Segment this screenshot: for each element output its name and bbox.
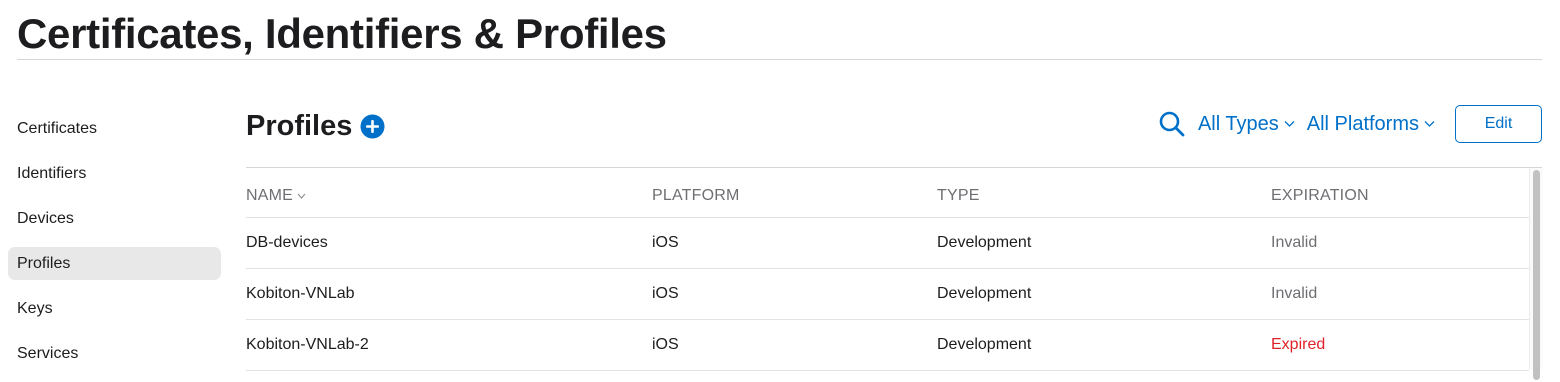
table-row[interactable]: DB-devices iOS Development Invalid	[246, 218, 1529, 269]
sort-chevron-icon	[297, 193, 306, 199]
section-header: Profiles	[246, 106, 385, 146]
profile-expiration: Invalid	[1271, 285, 1318, 302]
sidebar-item-label: Keys	[17, 299, 53, 317]
sidebar-item-label: Services	[17, 344, 79, 362]
page-title: Certificates, Identifiers & Profiles	[17, 10, 667, 57]
chevron-down-icon	[1424, 121, 1435, 127]
expiration-column-header: EXPIRATION	[1271, 187, 1369, 204]
sidebar-item-keys[interactable]: Keys	[8, 292, 221, 325]
plus-circle-icon[interactable]	[360, 114, 385, 139]
sidebar-item-devices[interactable]: Devices	[8, 202, 221, 235]
section-title: Profiles	[246, 110, 353, 142]
sidebar-item-label: Devices	[17, 209, 74, 227]
sidebar-item-certificates[interactable]: Certificates	[8, 112, 221, 145]
profile-platform: iOS	[652, 336, 679, 353]
sidebar: Certificates Identifiers Devices Profile…	[8, 112, 221, 382]
profile-platform: iOS	[652, 234, 679, 251]
table-row[interactable]: Kobiton-VNLab iOS Development Invalid	[246, 269, 1529, 320]
profile-type: Development	[937, 285, 1032, 302]
profiles-table: NAME PLATFORM TYPE EXPIRATION DB-devices…	[246, 167, 1529, 371]
table-row[interactable]: Kobiton-VNLab-2 iOS Development Expired	[246, 320, 1529, 371]
column-header-label: NAME	[246, 187, 294, 204]
search-icon[interactable]	[1158, 110, 1186, 138]
title-divider	[17, 59, 1542, 60]
sidebar-item-label: Identifiers	[17, 164, 87, 182]
profile-expiration: Invalid	[1271, 234, 1318, 251]
profile-name[interactable]: DB-devices	[246, 218, 328, 268]
edit-button[interactable]: Edit	[1455, 105, 1542, 143]
sidebar-item-services[interactable]: Services	[8, 337, 221, 370]
table-header-row: NAME PLATFORM TYPE EXPIRATION	[246, 167, 1529, 218]
profile-name[interactable]: Kobiton-VNLab-2	[246, 320, 369, 370]
scrollbar-thumb[interactable]	[1533, 170, 1540, 380]
platform-column-header: PLATFORM	[652, 187, 740, 204]
sidebar-item-label: Profiles	[17, 254, 71, 272]
table-scrollbar[interactable]	[1529, 168, 1543, 380]
profile-platform: iOS	[652, 285, 679, 302]
chevron-down-icon	[1284, 121, 1295, 127]
type-column-header: TYPE	[937, 187, 980, 204]
profile-expiration: Expired	[1271, 336, 1326, 353]
profile-type: Development	[937, 336, 1032, 353]
name-column-header[interactable]: NAME	[246, 167, 306, 221]
platform-filter-label: All Platforms	[1306, 112, 1419, 135]
type-filter-dropdown[interactable]: All Types	[1198, 113, 1295, 136]
sidebar-item-label: Certificates	[17, 119, 98, 137]
platform-filter-dropdown[interactable]: All Platforms	[1307, 113, 1435, 136]
sidebar-item-profiles[interactable]: Profiles	[8, 247, 221, 280]
profile-type: Development	[937, 234, 1032, 251]
toolbar: All Types All Platforms Edit	[1158, 105, 1542, 143]
sidebar-item-identifiers[interactable]: Identifiers	[8, 157, 221, 190]
type-filter-label: All Types	[1197, 112, 1279, 135]
profile-name[interactable]: Kobiton-VNLab	[246, 269, 355, 319]
